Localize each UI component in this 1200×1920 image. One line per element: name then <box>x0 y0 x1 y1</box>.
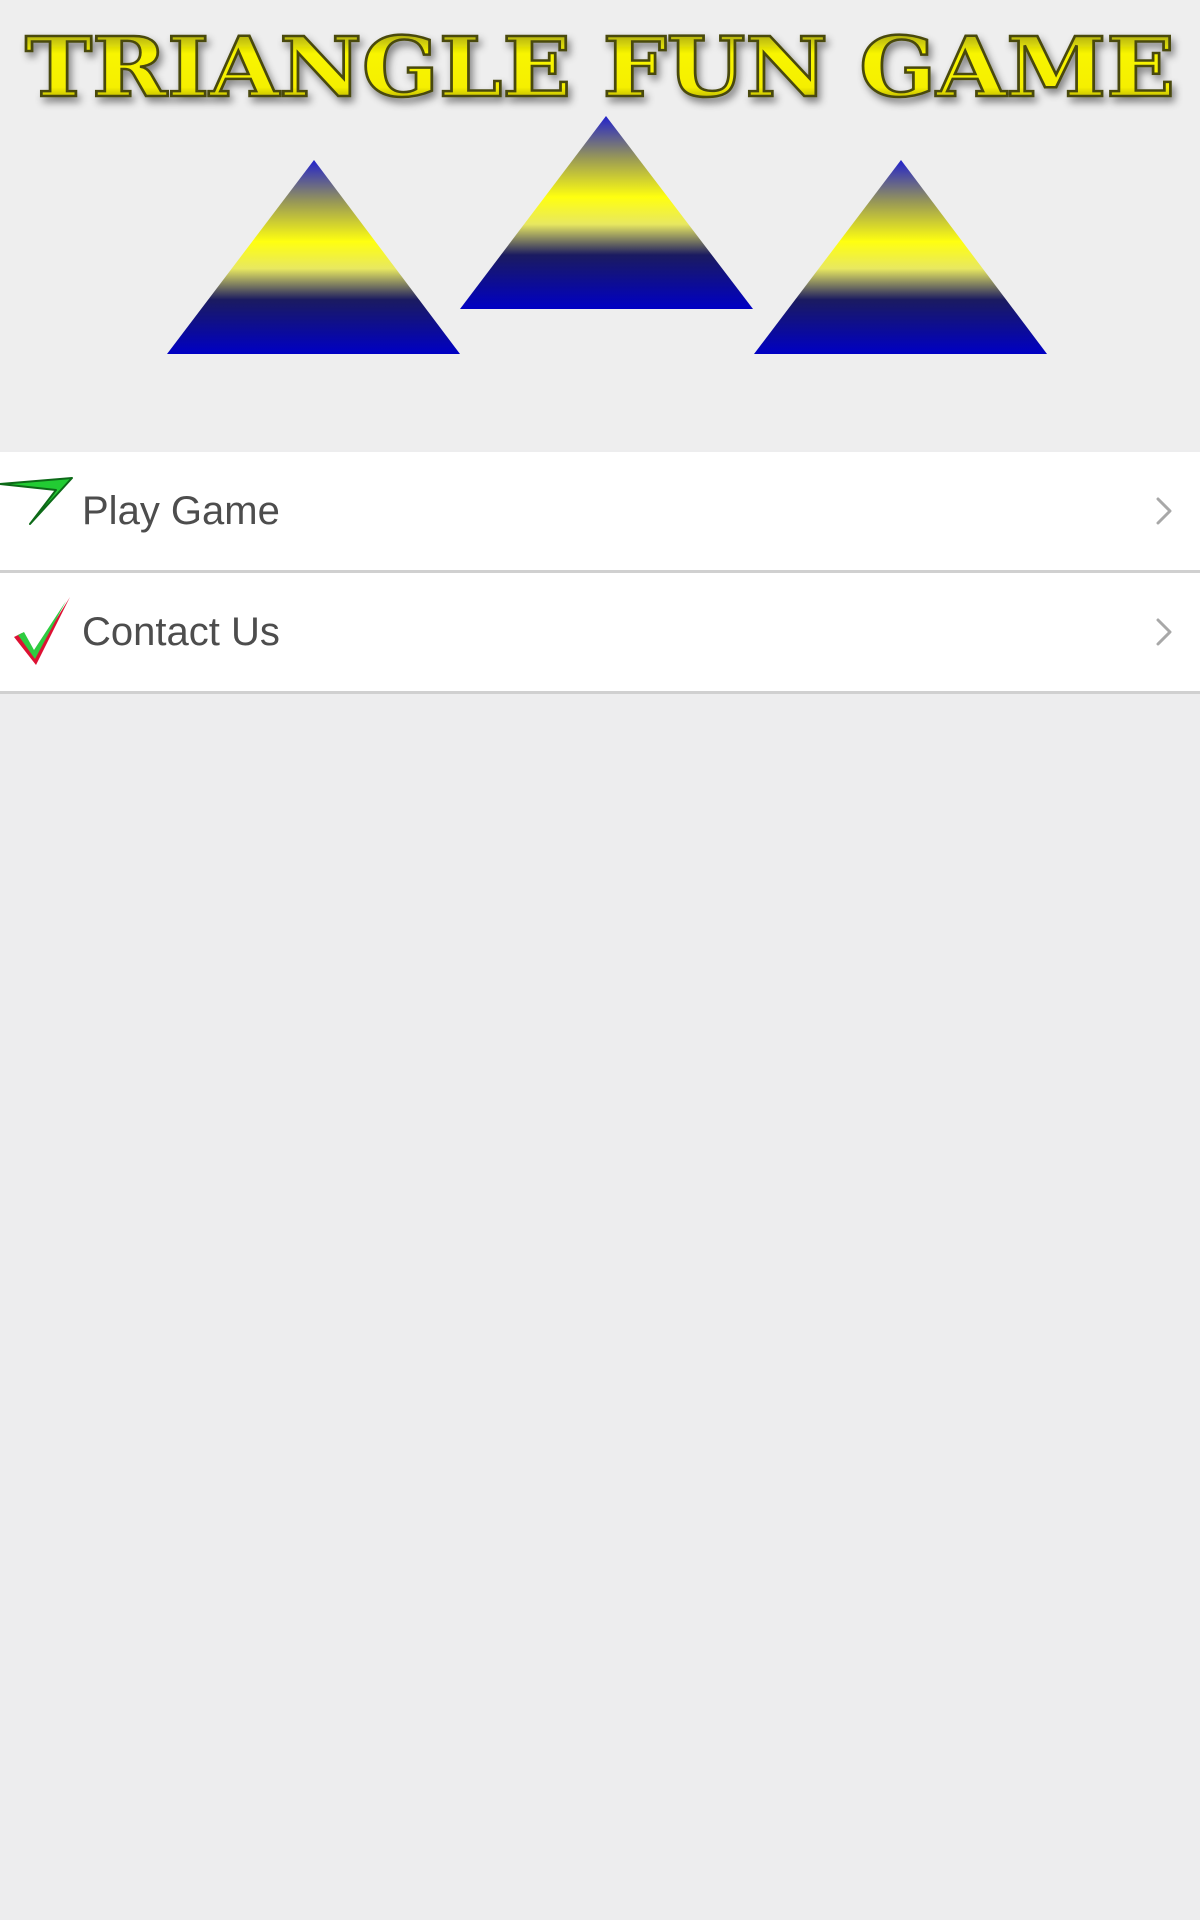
chevron-right-icon <box>1150 614 1178 650</box>
contact-us-label: Contact Us <box>82 610 280 654</box>
chevron-right-icon <box>1150 493 1178 529</box>
header-banner: TRIANGLE FUN GAME <box>0 0 1200 450</box>
play-game-button[interactable]: Play Game <box>0 452 1200 573</box>
checkmark-icon <box>0 595 76 671</box>
app-title: TRIANGLE FUN GAME <box>25 20 1175 116</box>
center-triangle-graphic <box>460 116 753 309</box>
right-triangle-graphic <box>754 160 1047 354</box>
main-menu: Play Game Contact Us <box>0 452 1200 694</box>
left-triangle-graphic <box>167 160 460 354</box>
green-arrow-icon <box>0 474 76 550</box>
banner-graphic: TRIANGLE FUN GAME <box>24 19 1176 354</box>
play-game-label: Play Game <box>82 489 280 533</box>
contact-us-button[interactable]: Contact Us <box>0 573 1200 694</box>
